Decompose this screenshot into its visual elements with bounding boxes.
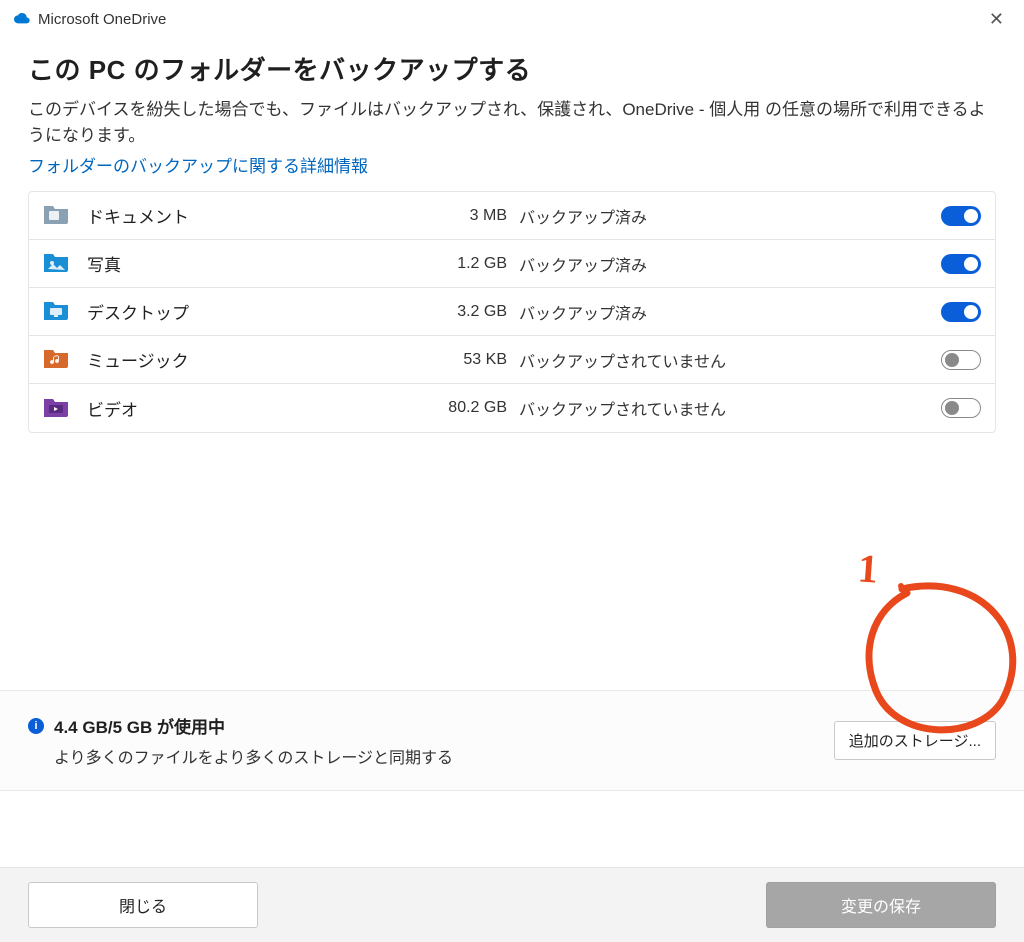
storage-panel: i 4.4 GB/5 GB が使用中 より多くのファイルをより多くのストレージと… [0, 690, 1024, 791]
folder-size: 80.2 GB [417, 399, 507, 417]
folder-name: ドキュメント [87, 203, 417, 228]
learn-more-link[interactable]: フォルダーのバックアップに関する詳細情報 [28, 152, 368, 177]
folder-icon-documents [43, 202, 87, 229]
folder-icon-videos [43, 395, 87, 422]
annotation-dot [898, 583, 904, 589]
folder-status: バックアップ済み [519, 204, 941, 228]
folder-list: ドキュメント 3 MB バックアップ済み 写真 1.2 GB バックアップ済み … [28, 191, 996, 433]
folder-status: バックアップ済み [519, 252, 941, 276]
app-title: Microsoft OneDrive [38, 11, 166, 28]
folder-size: 53 KB [417, 351, 507, 369]
cloud-icon [14, 11, 30, 28]
save-changes-button[interactable]: 変更の保存 [766, 882, 996, 928]
folder-row-videos: ビデオ 80.2 GB バックアップされていません [29, 384, 995, 432]
close-dialog-button[interactable]: 閉じる [28, 882, 258, 928]
folder-icon-desktop [43, 298, 87, 325]
folder-status: バックアップされていません [519, 348, 941, 372]
folder-status: バックアップ済み [519, 300, 941, 324]
folder-row-music: ミュージック 53 KB バックアップされていません [29, 336, 995, 384]
storage-subtitle: より多くのファイルをより多くのストレージと同期する [54, 744, 453, 768]
toggle-videos[interactable] [941, 398, 981, 418]
folder-name: 写真 [87, 251, 417, 276]
folder-row-pictures: 写真 1.2 GB バックアップ済み [29, 240, 995, 288]
folder-size: 1.2 GB [417, 255, 507, 273]
folder-row-documents: ドキュメント 3 MB バックアップ済み [29, 192, 995, 240]
page-description: このデバイスを紛失した場合でも、ファイルはバックアップされ、保護され、OneDr… [28, 97, 996, 148]
toggle-music[interactable] [941, 350, 981, 370]
folder-icon-pictures [43, 250, 87, 277]
folder-size: 3 MB [417, 207, 507, 225]
close-button[interactable]: ✕ [979, 6, 1014, 32]
folder-name: ミュージック [87, 347, 417, 372]
folder-name: ビデオ [87, 396, 417, 421]
page-heading: この PC のフォルダーをバックアップする [28, 50, 996, 87]
dialog-footer: 閉じる 変更の保存 [0, 867, 1024, 942]
title-bar: Microsoft OneDrive ✕ [0, 0, 1024, 38]
annotation-number: 1 [856, 544, 879, 592]
folder-name: デスクトップ [87, 299, 417, 324]
get-more-storage-button[interactable]: 追加のストレージ... [834, 721, 996, 760]
folder-size: 3.2 GB [417, 303, 507, 321]
folder-row-desktop: デスクトップ 3.2 GB バックアップ済み [29, 288, 995, 336]
toggle-documents[interactable] [941, 206, 981, 226]
info-icon: i [28, 718, 44, 734]
storage-usage-title: 4.4 GB/5 GB が使用中 [54, 713, 225, 738]
toggle-desktop[interactable] [941, 302, 981, 322]
toggle-pictures[interactable] [941, 254, 981, 274]
folder-status: バックアップされていません [519, 396, 941, 420]
folder-icon-music [43, 346, 87, 373]
